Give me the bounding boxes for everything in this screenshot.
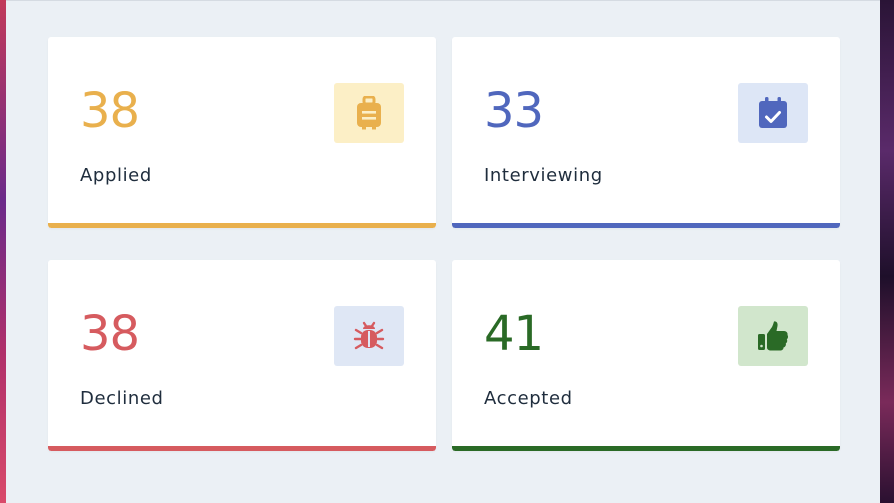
stat-count: 38	[80, 306, 140, 362]
stat-label: Declined	[80, 388, 164, 409]
stat-count: 38	[80, 83, 140, 139]
stat-icon-box	[738, 306, 808, 366]
stat-card-accepted: 41 Accepted	[452, 260, 840, 451]
stat-label: Interviewing	[484, 165, 603, 186]
stat-label: Accepted	[484, 388, 573, 409]
stat-count: 41	[484, 306, 544, 362]
stat-card-applied: 38 Applied	[48, 37, 436, 228]
stats-panel: 38 Applied 33 Interviewing 38 Declined 4…	[6, 0, 880, 503]
stat-icon-box	[738, 83, 808, 143]
stat-label: Applied	[80, 165, 152, 186]
stat-card-declined: 38 Declined	[48, 260, 436, 451]
thumbs-up-icon	[758, 321, 789, 351]
stat-card-interviewing: 33 Interviewing	[452, 37, 840, 228]
stat-accent-bar	[452, 446, 840, 451]
stat-accent-bar	[48, 446, 436, 451]
calendar-check-icon	[759, 97, 787, 128]
stat-count: 33	[484, 83, 544, 139]
stat-accent-bar	[452, 223, 840, 228]
stat-icon-box	[334, 83, 404, 143]
bug-icon	[353, 321, 385, 350]
suitcase-icon	[357, 96, 381, 130]
background-right-edge	[880, 0, 894, 503]
stat-icon-box	[334, 306, 404, 366]
stat-accent-bar	[48, 223, 436, 228]
